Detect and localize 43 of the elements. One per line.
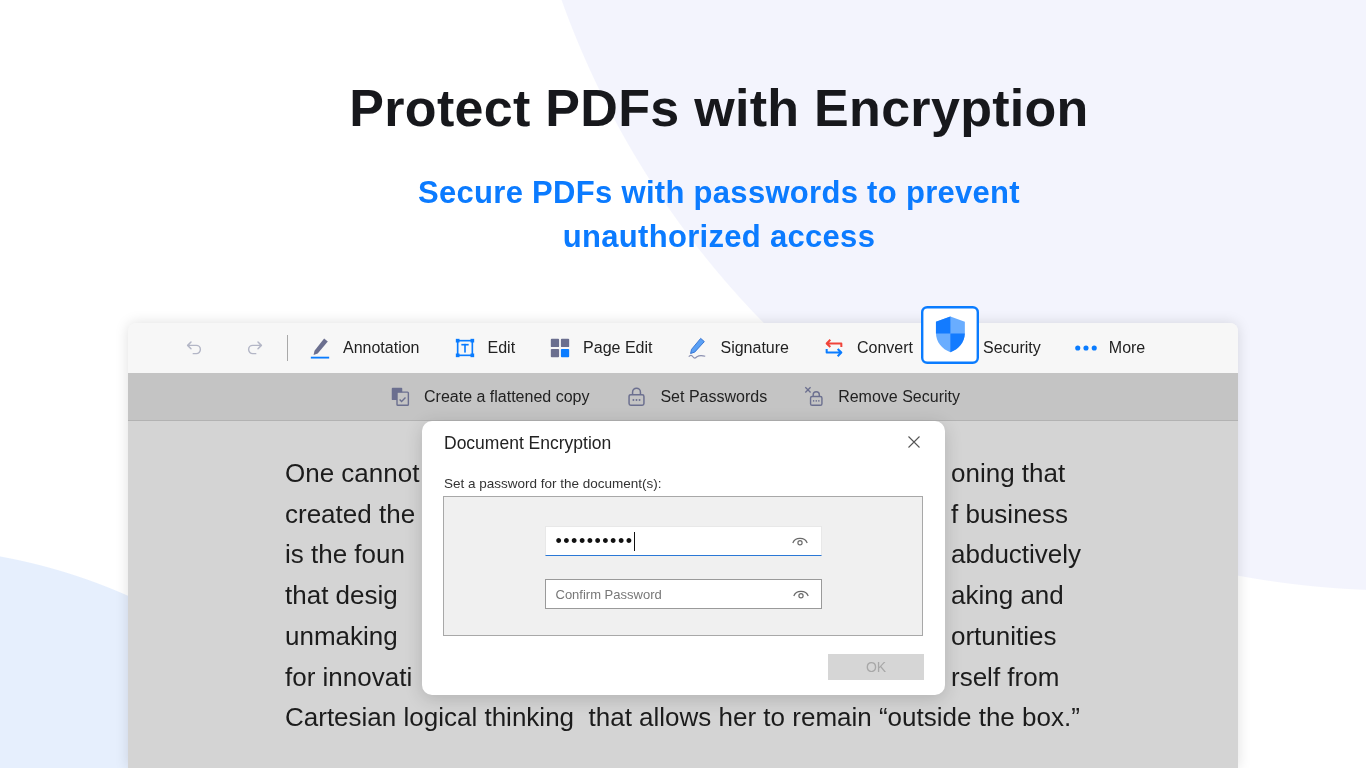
redo-icon [246,339,264,357]
document-text: f business [950,497,1070,531]
text-frame-icon [453,337,476,359]
pen-icon [309,337,331,359]
toolbar-tab[interactable]: Annotation [309,323,420,373]
eye-icon[interactable] [791,536,808,546]
headline: Protect PDFs with Encryption [349,78,1089,139]
document-text: oning that [950,457,1067,490]
lock-icon [626,386,648,407]
close-icon[interactable] [908,435,920,448]
toolbar-tab[interactable]: Convert [823,323,913,373]
text-cursor [633,531,635,551]
toolbar-tab[interactable]: Signature [686,323,789,373]
documents-check-icon [390,386,411,407]
document-text: Cartesian logical thinking that allows her to remain “outside the box.” [285,701,1081,735]
toolbar-button[interactable]: Create a flattened copy [390,386,590,407]
undo-icon [185,339,203,357]
document-text: aking and [950,579,1065,613]
dialog-title: Document Encryption [443,432,612,454]
confirm-password-field[interactable]: Confirm Password [544,579,822,609]
document-text: created the [285,497,417,531]
toolbar-button[interactable]: Set Passwords [626,386,768,407]
password-field[interactable]: •••••••••• [544,526,822,556]
document-text: ortunities [950,619,1058,653]
document-text: that desig [285,579,399,613]
dialog-prompt: Set a password for the document(s): [443,475,663,493]
document-text: One cannot [285,457,421,490]
document-text: abductively [950,538,1083,572]
more-icon [1074,345,1097,351]
toolbar-tab[interactable]: Page Edit [549,323,653,373]
lock-cross-icon [804,386,826,407]
grid-icon [549,337,572,359]
toolbar-tab[interactable]: Security [921,306,1041,364]
document-text: rself from [950,660,1061,694]
swap-arrows-icon [823,337,845,359]
subheadline: Secure PDFs with passwords to prevent unauthorized access [417,174,1021,256]
eye-icon[interactable] [792,589,809,599]
toolbar-tab[interactable]: More [1074,323,1146,373]
document-text: for innovati [285,660,414,694]
toolbar-button[interactable]: Remove Security [804,386,960,407]
document-text: is the foun [285,538,406,572]
toolbar-tab[interactable]: Edit [453,323,516,373]
document-text: unmaking [285,619,399,653]
